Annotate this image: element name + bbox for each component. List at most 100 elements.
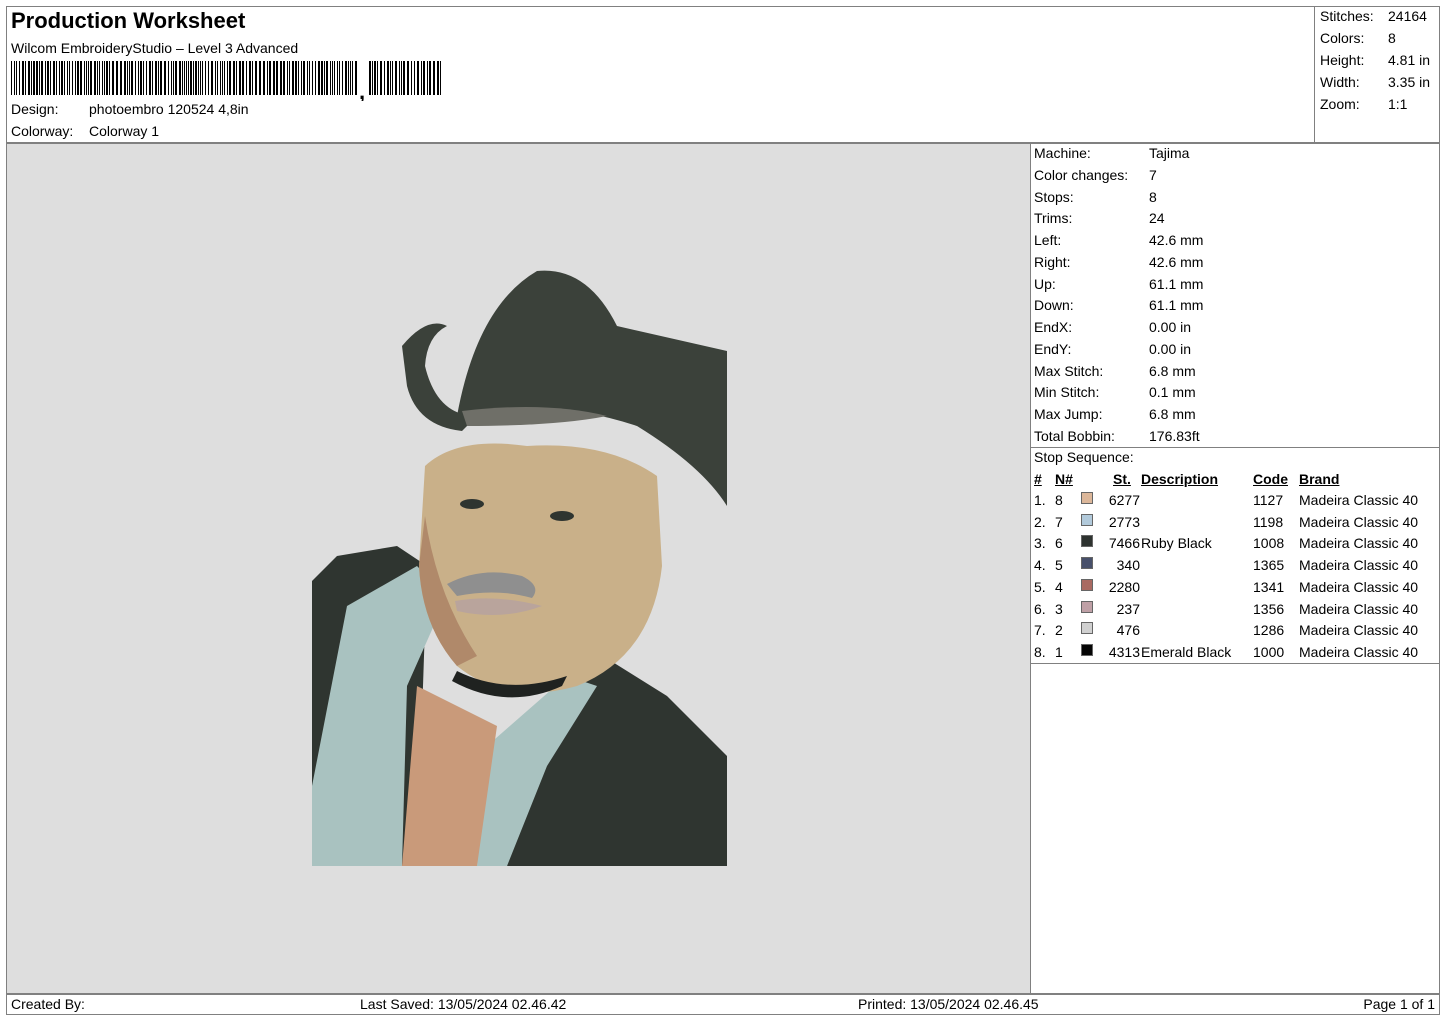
worksheet-header: Production Worksheet Wilcom EmbroiderySt… [6, 6, 1440, 143]
needle-number: 5 [1055, 557, 1063, 574]
needle-number: 8 [1055, 492, 1063, 508]
barcode-bar [205, 61, 206, 95]
page-number: Page 1 of 1 [1363, 996, 1435, 1012]
color-swatch [1081, 643, 1093, 656]
stop-sequence-row: 4. 5 340 1365 Madeira Classic 40 [1031, 557, 1439, 579]
barcode-bar [423, 61, 425, 95]
barcode-bar [186, 61, 187, 95]
machine-info-row: Stops: 8 [1034, 189, 1157, 205]
barcode-bar [149, 61, 151, 95]
barcode-bar [211, 61, 213, 95]
barcode-bar [350, 61, 351, 95]
barcode-bar [417, 61, 419, 95]
color-swatch [1081, 622, 1093, 635]
barcode-bar [280, 61, 282, 95]
barcode-bar [19, 61, 20, 95]
embroidery-portrait-image [312, 270, 727, 866]
machine-info-row: EndX: 0.00 in [1034, 319, 1191, 335]
barcode-bar [84, 61, 85, 95]
barcode-separator: , [359, 79, 365, 101]
barcode-bar [421, 61, 422, 95]
barcode-bar [190, 61, 192, 95]
barcode-bar [75, 61, 76, 95]
needle-number: 2 [1055, 622, 1063, 639]
barcode-bar [342, 61, 343, 95]
barcode-bar [22, 61, 24, 95]
stop-sequence-row: 3. 6 7466 Ruby Black 1008 Madeira Classic 40 [1031, 535, 1439, 557]
color-swatch [1081, 600, 1093, 613]
barcode-bar [50, 61, 51, 95]
barcode-bar [429, 61, 431, 95]
col-needle: N# [1055, 471, 1073, 487]
barcode-bar [198, 61, 199, 95]
barcode-bar [131, 61, 133, 95]
barcode-bar [25, 61, 26, 95]
divider [1031, 447, 1439, 448]
divider [1031, 663, 1439, 664]
thread-code: 1008 [1253, 535, 1285, 552]
row-number: 2. [1034, 513, 1046, 530]
barcode-bar [164, 61, 166, 95]
barcode-bar [255, 61, 257, 95]
info-label: Color changes: [1034, 166, 1129, 183]
barcode-bar [168, 61, 169, 95]
barcode-bar [175, 61, 177, 95]
barcode-bar [72, 61, 73, 95]
info-label: Total Bobbin: [1034, 427, 1115, 444]
barcode-bar [16, 61, 17, 95]
barcode-bar [392, 61, 393, 95]
barcode-bar [239, 61, 241, 95]
info-label: Max Jump: [1034, 406, 1103, 422]
barcode-bar [440, 61, 441, 95]
thread-brand: Madeira Classic 40 [1299, 535, 1419, 552]
barcode-bar [143, 61, 144, 95]
info-value: 6.8 mm [1149, 406, 1196, 422]
barcode-bar [217, 61, 218, 95]
machine-info-panel: Machine: Tajima Color changes: 7 Stops: 8 Trim… [1031, 143, 1440, 994]
barcode-bar [427, 61, 428, 95]
barcode-bar [372, 61, 373, 95]
barcode-bar [86, 61, 87, 95]
barcode-bar [193, 61, 194, 95]
machine-info-row: Down: 61.1 mm [1034, 297, 1203, 314]
barcode-bar [267, 61, 268, 95]
height-row: Height: 4.81 in [1320, 52, 1430, 68]
design-preview [6, 143, 1031, 994]
barcode-bar [249, 61, 251, 95]
barcode-bar [120, 61, 122, 95]
thread-code: 1356 [1253, 600, 1285, 617]
barcode-bar [303, 61, 305, 95]
barcode-bar [321, 61, 323, 95]
stop-sequence-header: # N# St. Description Code Brand [1031, 471, 1439, 493]
barcode-bar [348, 61, 349, 95]
barcode-bar [307, 61, 308, 95]
stop-sequence-title: Stop Sequence: [1034, 449, 1134, 465]
stitch-count: 340 [1116, 557, 1140, 574]
barcode-bar [334, 61, 335, 95]
barcode-bar [116, 61, 118, 95]
thread-brand: Madeira Classic 40 [1299, 578, 1419, 595]
color-swatch [1081, 492, 1093, 504]
color-swatch [1081, 578, 1093, 591]
info-label: Max Stitch: [1034, 362, 1104, 379]
barcode-bar [345, 61, 347, 95]
barcode-bar [384, 61, 385, 95]
barcode-bar [229, 61, 231, 95]
stop-sequence-row: 7. 2 476 1286 Madeira Classic 40 [1031, 622, 1439, 644]
info-label: Left: [1034, 232, 1062, 248]
barcode-bar [104, 61, 105, 95]
thread-code: 1286 [1253, 622, 1285, 639]
printed-date: Printed: 13/05/2024 02.46.45 [858, 996, 1039, 1012]
info-label: Down: [1034, 297, 1074, 314]
thread-code: 1198 [1253, 513, 1284, 530]
info-label: EndY: [1034, 340, 1072, 357]
barcode-bar [222, 61, 223, 95]
barcode-bar [97, 61, 98, 95]
col-number: # [1034, 471, 1042, 487]
colorway-name: Colorway 1 [89, 123, 160, 139]
col-stitches: St. [1113, 471, 1131, 487]
col-description: Description [1141, 471, 1219, 487]
barcode-bar [246, 61, 247, 95]
stop-sequence-row: 2. 7 2773 1198 Madeira Classic 40 [1031, 513, 1439, 536]
height-label: Height: [1320, 52, 1365, 68]
